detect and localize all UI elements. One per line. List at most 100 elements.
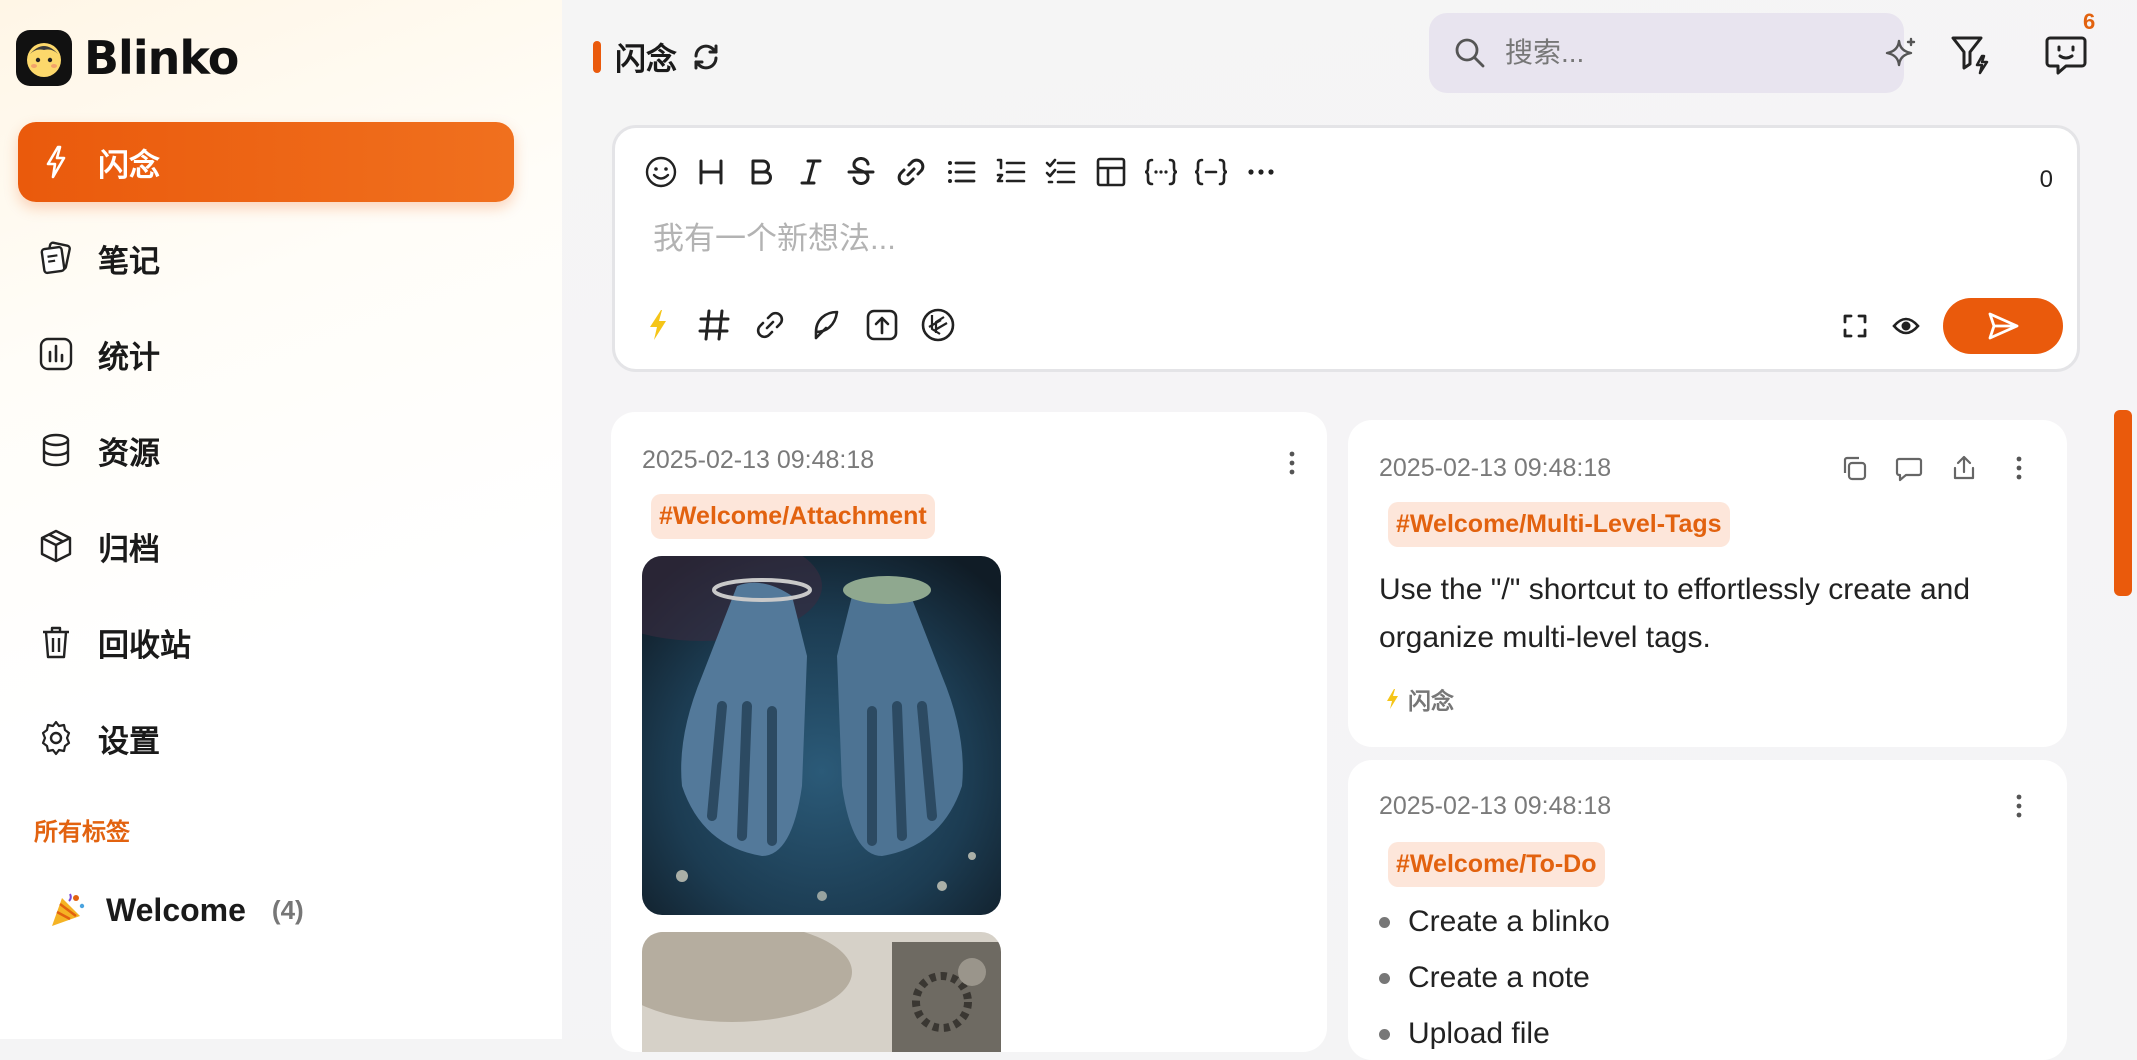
sidebar-item-settings[interactable]: 设置 — [18, 698, 514, 778]
sidebar-item-notes[interactable]: 笔记 — [18, 218, 514, 298]
archive-box-icon — [36, 526, 76, 566]
list-item-text: Create a note — [1408, 961, 1590, 994]
card-date: 2025-02-13 09:48:18 — [1379, 792, 1612, 820]
card-content: Use the "/" shortcut to effortlessly cre… — [1379, 573, 1971, 654]
notes-icon — [36, 238, 76, 278]
emoji-icon[interactable] — [643, 154, 679, 190]
scrollbar-thumb[interactable] — [2114, 410, 2132, 596]
tags-section-title: 所有标签 — [34, 819, 130, 846]
send-icon — [1986, 309, 2020, 343]
more-icon[interactable] — [1243, 154, 1279, 190]
card-tag[interactable]: #Welcome/To-Do — [1388, 842, 1605, 887]
code-block-icon[interactable] — [1143, 154, 1179, 190]
notification-badge: 6 — [2083, 9, 2096, 34]
preview-eye-icon[interactable] — [1891, 311, 1921, 341]
bullet-list-icon[interactable] — [943, 154, 979, 190]
main-area: 闪念 6 — [562, 0, 2137, 1060]
more-vertical-icon[interactable] — [1277, 448, 1307, 478]
ai-sparkle-icon[interactable] — [1884, 36, 1918, 70]
upload-icon[interactable] — [863, 306, 901, 344]
tag-name: Welcome — [106, 891, 246, 928]
attachment-image[interactable] — [642, 556, 1001, 915]
note-card[interactable]: 2025-02-13 09:48:18 #Welcome/Attachment — [611, 412, 1327, 1052]
note-card[interactable]: 2025-02-13 09:48:18 #Welcome/To-Do Creat… — [1348, 760, 2067, 1060]
editor-bottom-tools — [639, 306, 957, 344]
flash-icon — [1384, 688, 1400, 710]
list-item: Upload file — [1379, 1017, 1550, 1051]
card-type: 闪念 — [1384, 682, 1454, 716]
app-name: Blinko — [84, 31, 239, 85]
sidebar-item-label: 回收站 — [98, 627, 191, 663]
sidebar-item-archive[interactable]: 归档 — [18, 506, 514, 586]
stats-icon — [36, 334, 76, 374]
header-accent-bar — [593, 40, 601, 73]
sidebar-item-resources[interactable]: 资源 — [18, 410, 514, 490]
search-bar — [1429, 13, 1916, 93]
party-popper-icon — [48, 890, 88, 930]
filter-flash-icon — [1949, 32, 1993, 76]
trash-icon — [36, 622, 76, 662]
feather-icon[interactable] — [807, 306, 845, 344]
list-item: Create a blinko — [1379, 905, 1610, 939]
code-inline-icon[interactable] — [1193, 154, 1229, 190]
messages-button[interactable] — [2042, 30, 2090, 78]
link-icon[interactable] — [751, 306, 789, 344]
table-icon[interactable] — [1093, 154, 1129, 190]
card-date: 2025-02-13 09:48:18 — [1379, 454, 1612, 482]
refresh-icon[interactable] — [691, 42, 721, 72]
tag-item-welcome[interactable]: Welcome (4) — [48, 890, 304, 930]
fullscreen-icon[interactable] — [1841, 312, 1869, 340]
bullet-dot — [1379, 1028, 1390, 1040]
bullet-dot — [1379, 972, 1390, 984]
hashtag-icon[interactable] — [695, 306, 733, 344]
note-editor: 0 — [612, 125, 2080, 372]
strikethrough-icon[interactable] — [843, 154, 879, 190]
flash-type-icon[interactable] — [639, 306, 677, 344]
card-type-label: 闪念 — [1408, 688, 1454, 714]
sidebar-item-label: 设置 — [98, 723, 160, 759]
send-button[interactable] — [1943, 298, 2063, 354]
sidebar-item-label: 笔记 — [98, 243, 160, 279]
italic-icon[interactable] — [793, 154, 829, 190]
numbered-list-icon[interactable] — [993, 154, 1029, 190]
sidebar-item-label: 资源 — [98, 435, 160, 471]
search-input[interactable] — [1503, 36, 1868, 70]
share-icon[interactable] — [1949, 453, 1979, 483]
sidebar-item-stats[interactable]: 统计 — [18, 314, 514, 394]
list-item-text: Upload file — [1408, 1017, 1550, 1050]
sidebar-item-flash[interactable]: 闪念 — [18, 122, 514, 202]
blinko-logo-icon — [16, 30, 72, 86]
gear-icon — [36, 718, 76, 758]
app-logo[interactable]: Blinko — [16, 30, 239, 86]
sidebar-item-label: 统计 — [98, 339, 160, 375]
bullet-dot — [1379, 916, 1390, 928]
ai-icon[interactable] — [919, 306, 957, 344]
more-vertical-icon[interactable] — [2004, 453, 2034, 483]
char-count: 0 — [2039, 166, 2053, 193]
checklist-icon[interactable] — [1043, 154, 1079, 190]
card-tag[interactable]: #Welcome/Multi-Level-Tags — [1388, 502, 1730, 547]
list-item: Create a note — [1379, 961, 1590, 995]
sidebar-item-trash[interactable]: 回收站 — [18, 602, 514, 682]
editor-toolbar — [643, 154, 1279, 190]
more-vertical-icon[interactable] — [2004, 791, 2034, 821]
comment-icon[interactable] — [1894, 453, 1924, 483]
note-card[interactable]: 2025-02-13 09:48:18 #Welcome/Multi-Level… — [1348, 420, 2067, 747]
note-input[interactable] — [651, 220, 1851, 258]
sidebar: Blinko 闪念 笔记 统计 资源 归档 回收站 设置 所有标签 Welcom… — [0, 0, 562, 1039]
tag-count: (4) — [271, 894, 304, 925]
filter-button[interactable] — [1947, 30, 1995, 78]
database-icon — [36, 430, 76, 470]
bold-icon[interactable] — [743, 154, 779, 190]
card-date: 2025-02-13 09:48:18 — [642, 446, 875, 474]
link-icon[interactable] — [893, 154, 929, 190]
list-item-text: Create a blinko — [1408, 905, 1610, 938]
copy-icon[interactable] — [1839, 453, 1869, 483]
heading-icon[interactable] — [693, 154, 729, 190]
sidebar-item-label: 闪念 — [98, 147, 160, 183]
card-tag[interactable]: #Welcome/Attachment — [651, 494, 935, 539]
page-header: 闪念 — [593, 34, 721, 79]
editor-actions — [1841, 298, 2063, 354]
attachment-image[interactable] — [642, 932, 1001, 1052]
sidebar-item-label: 归档 — [98, 531, 160, 567]
